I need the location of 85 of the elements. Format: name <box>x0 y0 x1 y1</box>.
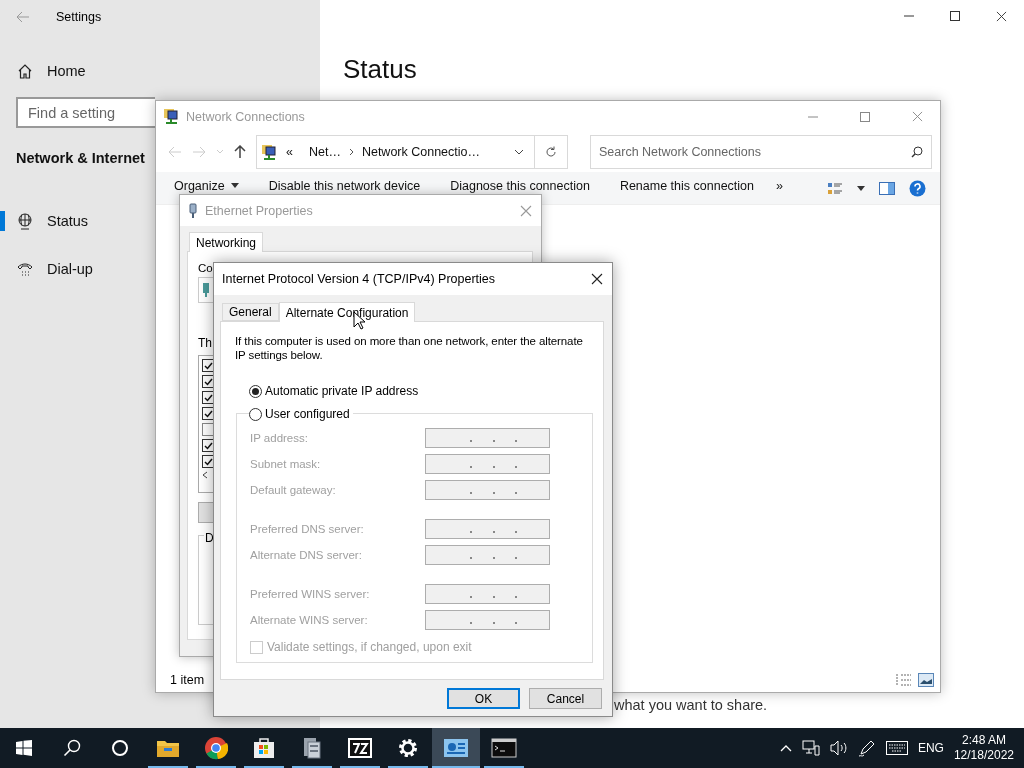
view-options-icon[interactable] <box>827 181 843 196</box>
scroll-left-icon[interactable] <box>202 471 208 479</box>
terminal-icon[interactable] <box>491 738 517 758</box>
close-icon[interactable] <box>995 10 1007 22</box>
keyboard-icon[interactable] <box>885 741 908 755</box>
home-link[interactable]: Home <box>17 63 86 79</box>
radio-option[interactable]: User configured <box>249 407 353 421</box>
clock[interactable]: 2:48 AM 12/18/2022 <box>953 733 1014 763</box>
address-bar[interactable]: « Net… Network Connectio… <box>256 135 568 169</box>
nav-item[interactable]: Dial-up <box>17 249 93 289</box>
search-icon <box>911 146 923 158</box>
search-field[interactable]: Find a setting <box>16 97 155 128</box>
command-button[interactable]: Diagnose this connection <box>450 178 590 193</box>
network-computer-icon <box>261 143 278 161</box>
window-title: Ethernet Properties <box>205 203 313 218</box>
pen-icon[interactable] <box>857 739 876 757</box>
command-button[interactable]: Organize <box>174 178 239 193</box>
volume-icon[interactable] <box>829 740 848 756</box>
settings-icon[interactable] <box>397 737 419 759</box>
command-button[interactable]: Rename this connection <box>619 178 754 193</box>
ip-address-field[interactable] <box>425 609 550 630</box>
search-field[interactable]: Search Network Connections <box>590 135 932 169</box>
window-title: Network Connections <box>186 109 305 124</box>
page-title: Status <box>343 54 417 85</box>
list-label: Th <box>198 336 212 350</box>
dialog-button[interactable]: Cancel <box>529 688 602 709</box>
command-button[interactable]: Disable this network device <box>268 178 421 193</box>
nav-item[interactable]: Status <box>17 201 89 241</box>
windows-logo-icon[interactable] <box>16 740 32 756</box>
field-label: Default gateway: <box>250 483 336 496</box>
ip-address-field[interactable] <box>425 453 550 474</box>
ip-address-field[interactable] <box>425 427 550 448</box>
field-label: Preferred DNS server: <box>250 522 364 535</box>
window-title: Settings <box>56 10 102 24</box>
network-icon[interactable] <box>801 740 820 756</box>
tab[interactable]: Alternate Configuration <box>278 302 416 322</box>
preview-pane-icon[interactable] <box>879 182 895 195</box>
caret-icon[interactable] <box>857 186 865 191</box>
network-adapter-icon <box>187 202 199 219</box>
maximize-icon[interactable] <box>950 11 960 21</box>
large-icons-view-icon[interactable] <box>918 673 934 687</box>
ip-address-field[interactable] <box>425 544 550 565</box>
chrome-icon[interactable] <box>204 736 228 760</box>
field-label: Preferred WINS server: <box>250 587 370 600</box>
store-bag-icon[interactable] <box>253 737 275 759</box>
search-icon[interactable] <box>63 739 81 757</box>
field-label: Subnet mask: <box>250 457 321 470</box>
up-arrow-icon[interactable] <box>234 145 246 159</box>
folder-icon[interactable] <box>156 738 180 758</box>
chevron-up-icon[interactable] <box>779 744 792 752</box>
chevron-right-icon <box>348 148 354 156</box>
network-adapter-icon <box>202 282 210 298</box>
control-panel-icon[interactable] <box>443 738 469 758</box>
page-text: what you want to share. <box>614 697 768 713</box>
field-label: Alternate DNS server: <box>250 548 362 561</box>
breadcrumb[interactable]: Net… <box>308 145 341 159</box>
home-icon <box>17 63 33 79</box>
tab[interactable]: General <box>222 303 279 321</box>
dialog-title: Internet Protocol Version 4 (TCP/IPv4) Properties <box>222 272 496 286</box>
field-label: Co <box>198 262 213 274</box>
circle-icon[interactable] <box>111 739 129 757</box>
server-manager-icon[interactable] <box>301 736 323 760</box>
chevron-down-icon[interactable] <box>514 149 524 155</box>
tab[interactable]: Networking <box>189 232 264 252</box>
close-icon[interactable] <box>591 273 603 285</box>
command-button[interactable]: » <box>776 178 783 193</box>
language-indicator[interactable]: ENG <box>917 741 944 755</box>
dialog-button[interactable]: OK <box>447 688 520 709</box>
help-icon[interactable] <box>909 180 926 197</box>
ip-address-field[interactable] <box>425 583 550 604</box>
ip-address-field[interactable] <box>425 518 550 539</box>
breadcrumb[interactable]: Network Connectio… <box>361 145 480 159</box>
network-computer-icon <box>163 108 180 125</box>
section-heading: Network & Internet <box>16 150 145 166</box>
field-label: IP address: <box>250 431 308 444</box>
ip-address-field[interactable] <box>425 479 550 500</box>
intro-text: If this computer is used on more than one network, enter the alternate IP settings below. <box>235 334 584 362</box>
caret-icon <box>230 183 239 188</box>
field-label: Alternate WINS server: <box>250 613 368 626</box>
item-count: 1 item <box>170 673 205 687</box>
globe-monitor-icon <box>17 212 33 230</box>
breadcrumb[interactable]: « <box>286 145 293 159</box>
archive-icon[interactable] <box>348 738 372 758</box>
refresh-icon[interactable] <box>545 146 557 158</box>
phone-icon <box>17 261 33 277</box>
